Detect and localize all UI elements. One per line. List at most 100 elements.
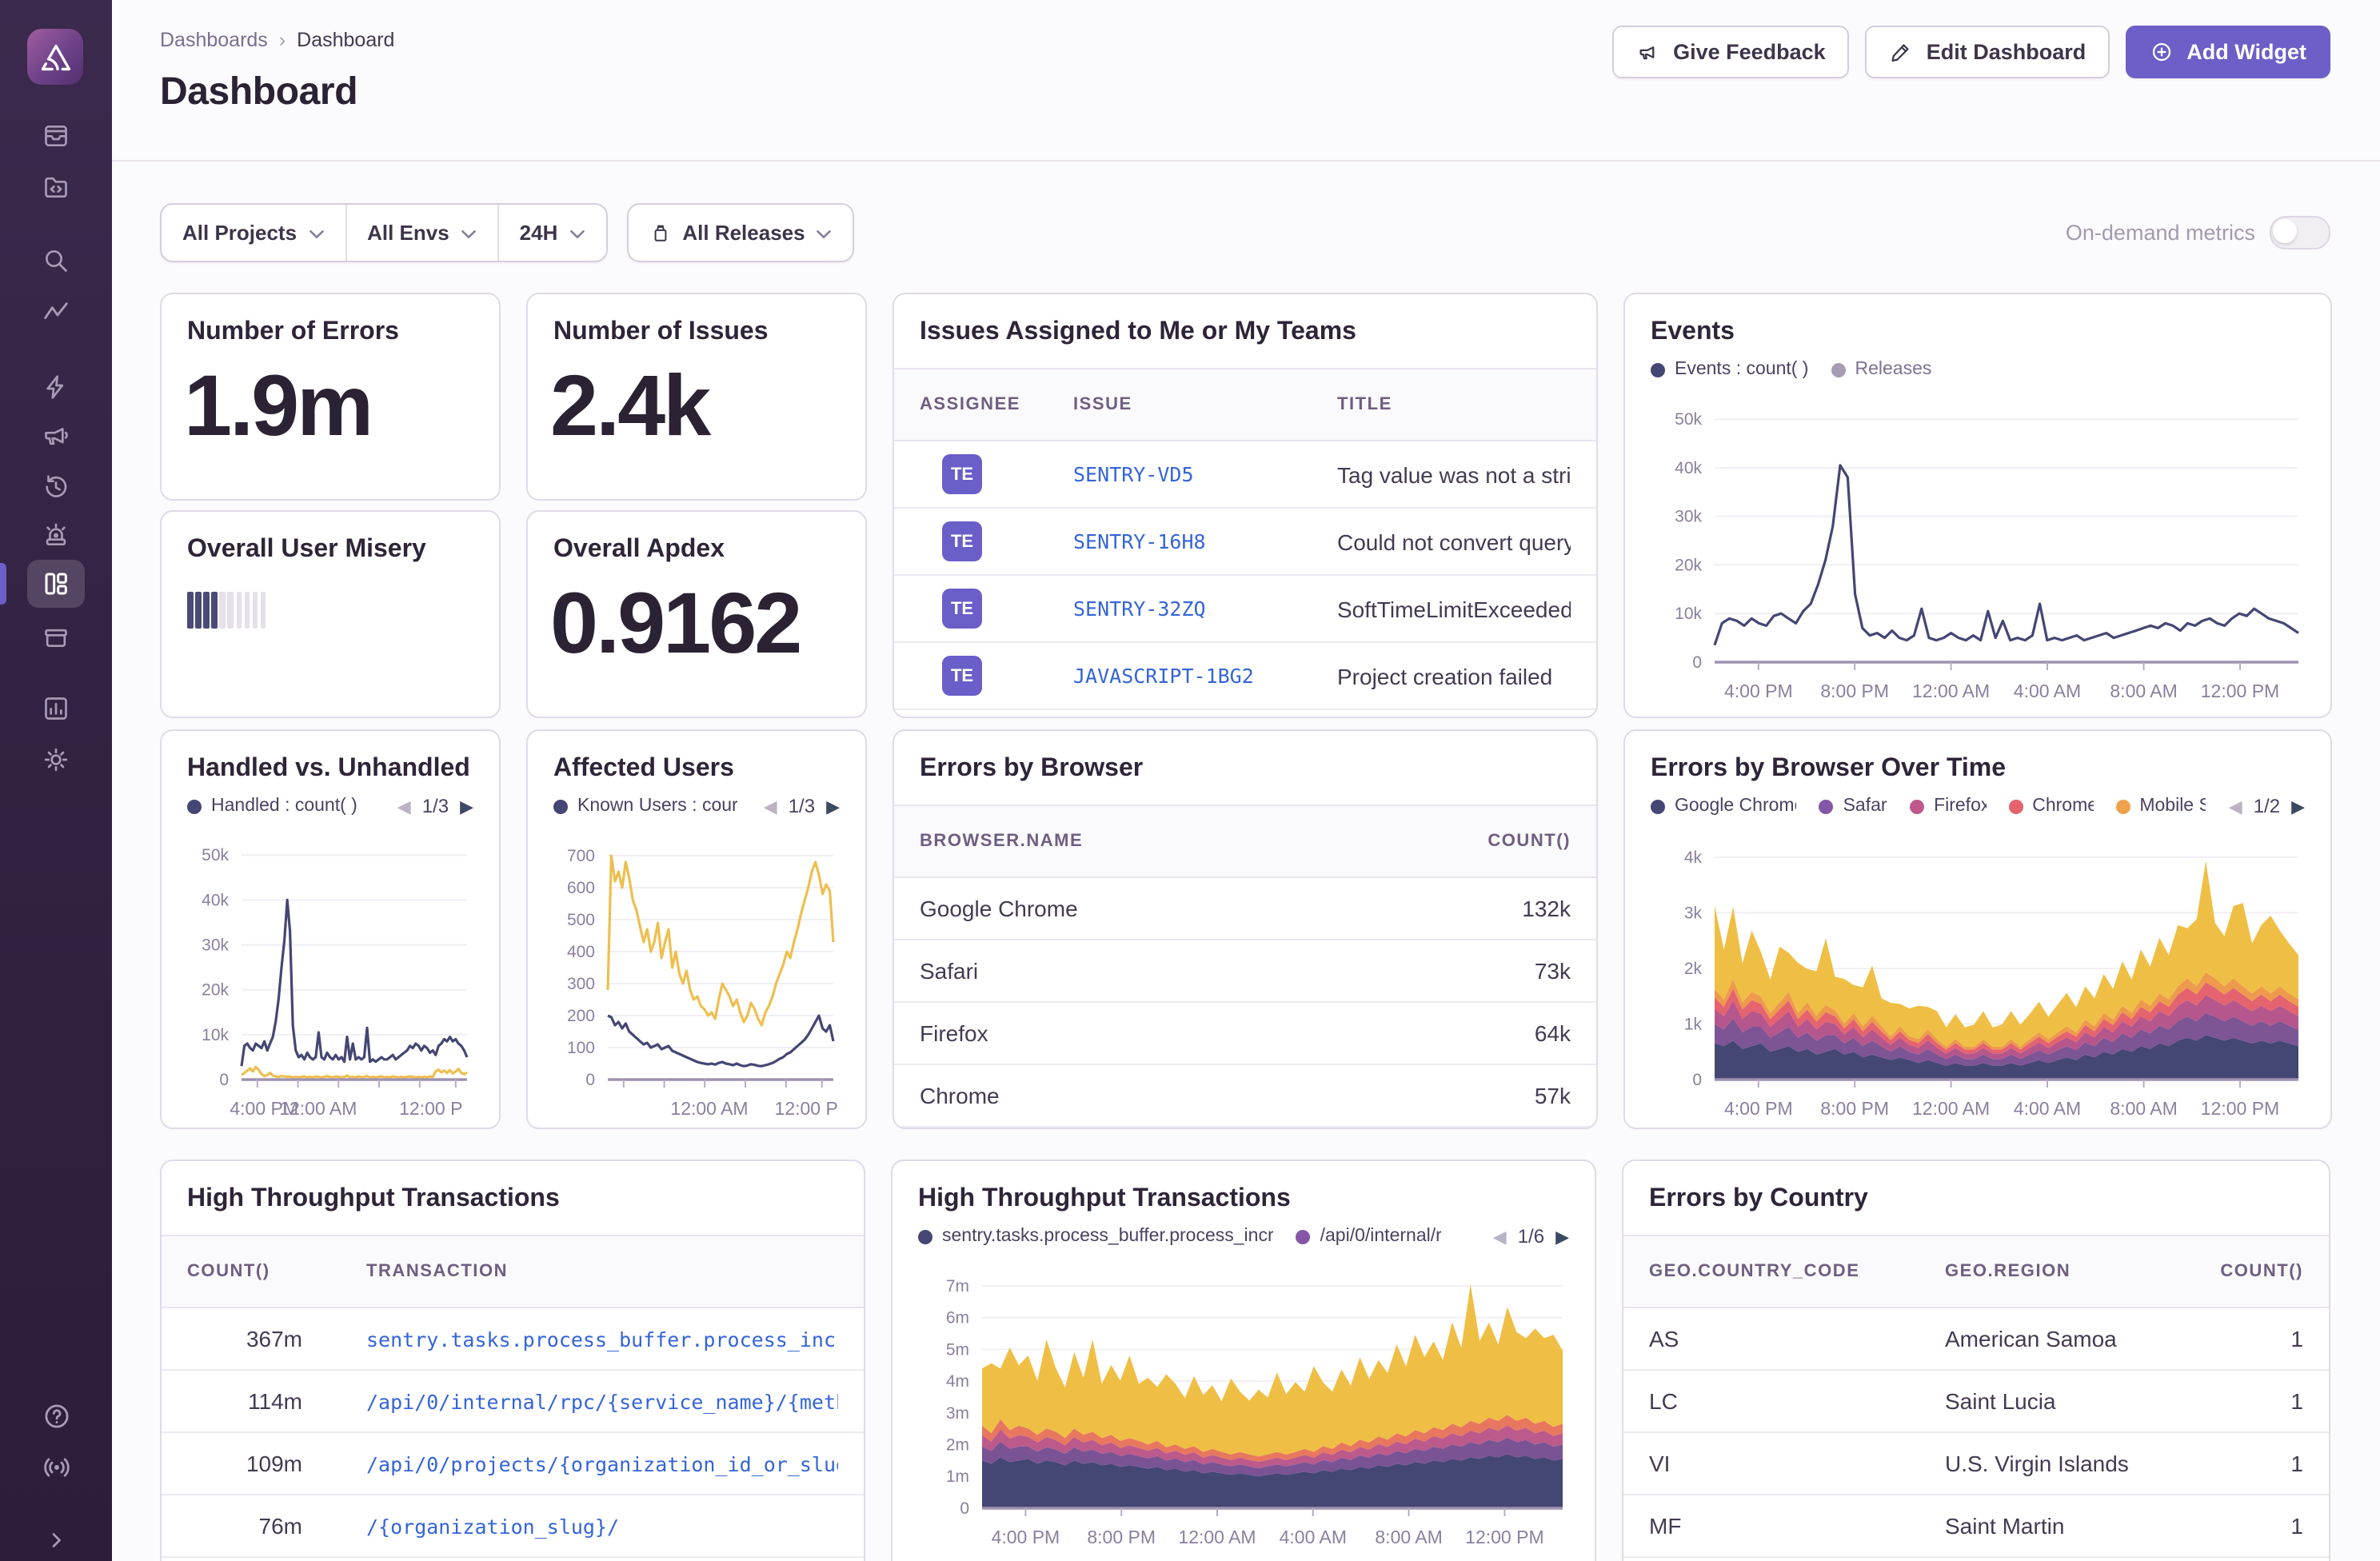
environment-filter[interactable]: All Envs (345, 205, 497, 261)
widget-events[interactable]: Events Events : count( ) Releases 0 10k 20k… (1623, 293, 2332, 718)
issue-link[interactable]: JAVASCRIPT-1BG2 (1073, 664, 1337, 688)
sidebar-item-lightning[interactable] (27, 363, 85, 411)
breadcrumb-dashboards-link[interactable]: Dashboards (160, 29, 268, 51)
add-widget-button[interactable]: Add Widget (2126, 26, 2330, 78)
assignee-avatar[interactable]: TE (942, 656, 982, 696)
table-row[interactable]: Chrome 57k (894, 1065, 1596, 1128)
transaction-link[interactable]: sentry.tasks.process_buffer.process_incr (366, 1327, 838, 1351)
country-count: 1 (2290, 1326, 2303, 1351)
legend-item[interactable]: Google Chrome (1651, 796, 1797, 816)
sidebar-item-search[interactable] (27, 237, 85, 285)
widget-overall-apdex[interactable]: Overall Apdex 0.9162 (526, 510, 867, 718)
legend-item[interactable]: /api/0/internal/r (1296, 1227, 1442, 1246)
table-row[interactable]: 114m/api/0/internal/rpc/{service_name}/{… (162, 1371, 864, 1433)
sidebar-item-issues[interactable] (27, 112, 85, 160)
sidebar-item-dashboards[interactable] (27, 560, 85, 608)
widget-high-throughput-table[interactable]: High Throughput Transactions COUNT() TRA… (160, 1160, 865, 1561)
transaction-link[interactable]: /api/0/projects/{organization_id_or_slug… (366, 1451, 838, 1475)
table-row[interactable]: TE SENTRY-16H8 Could not convert query (894, 509, 1596, 576)
legend-item[interactable]: Events : count( ) (1651, 360, 1808, 379)
widget-issues-assigned[interactable]: Issues Assigned to Me or My Teams ASSIGN… (892, 293, 1598, 718)
svg-text:2m: 2m (946, 1436, 969, 1455)
sidebar-collapse-button[interactable] (27, 1516, 85, 1561)
table-row[interactable]: 109m/api/0/projects/{organization_id_or_… (162, 1433, 864, 1495)
legend-item[interactable]: sentry.tasks.process_buffer.process_incr (918, 1227, 1274, 1246)
widget-handled-vs-unhandled[interactable]: Handled vs. Unhandled Handled : count( )… (160, 729, 501, 1129)
release-filter[interactable]: All Releases (626, 203, 855, 262)
sidebar-item-projects[interactable] (27, 163, 85, 211)
prev-page-icon[interactable]: ◀ (1493, 1226, 1507, 1247)
legend-item[interactable]: Mobile S (2115, 796, 2206, 816)
give-feedback-button[interactable]: Give Feedback (1612, 26, 1850, 78)
table-row[interactable]: MF Saint Martin 1 (1623, 1495, 2329, 1558)
table-row[interactable]: TE JAVASCRIPT-1BG2 Project creation failed (894, 643, 1596, 710)
widget-number-of-errors[interactable]: Number of Errors 1.9m (160, 293, 501, 501)
transaction-link[interactable]: /{organization_slug}/ (366, 1514, 838, 1538)
sidebar-item-settings[interactable] (27, 736, 85, 784)
widget-overall-user-misery[interactable]: Overall User Misery (160, 510, 501, 718)
table-row[interactable]: VI U.S. Virgin Islands 1 (1623, 1433, 2329, 1495)
sidebar-item-help[interactable] (27, 1391, 85, 1439)
issue-link[interactable]: SENTRY-32ZQ (1073, 597, 1337, 621)
legend-item[interactable]: Known Users : cour (553, 796, 738, 816)
table-row[interactable]: TE SENTRY-32ZQ SoftTimeLimitExceeded (894, 576, 1596, 643)
dashboards-icon (45, 573, 67, 595)
affected-users-chart[interactable]: 0 100 200 300 400 500 600 700 12:00 AM 12:00 P (553, 833, 843, 1129)
throughput-chart[interactable]: 0 1m 2m 3m 4m 5m 6m 7m 4:00 PM 8:00 PM 12:00 AM 4:0… (918, 1264, 1572, 1559)
legend-item[interactable]: Releases (1831, 360, 1931, 379)
sidebar-item-performance[interactable] (27, 288, 85, 336)
issue-link[interactable]: SENTRY-VD5 (1073, 462, 1337, 486)
project-filter[interactable]: All Projects (162, 205, 345, 261)
page-indicator: 1/3 (788, 795, 816, 817)
widget-affected-users[interactable]: Affected Users Known Users : cour ◀ 1/3 ▶ 0… (526, 729, 867, 1129)
svg-text:20k: 20k (1675, 556, 1702, 574)
edit-dashboard-button[interactable]: Edit Dashboard (1865, 26, 2110, 78)
table-row[interactable]: TE SENTRY-VD5 Tag value was not a string (894, 441, 1596, 509)
assignee-avatar[interactable]: TE (942, 454, 982, 494)
next-page-icon[interactable]: ▶ (826, 796, 840, 816)
widget-high-throughput-chart[interactable]: High Throughput Transactions sentry.task… (891, 1160, 1596, 1561)
browser-over-time-chart[interactable]: 0 1k 2k 3k 4k 4:00 PM 8:00 PM 12:00 AM 4:00 AM 8:… (1651, 833, 2308, 1129)
sidebar-item-feedback[interactable] (27, 411, 85, 459)
prev-page-icon[interactable]: ◀ (2229, 796, 2242, 816)
transaction-link[interactable]: /api/0/internal/rpc/{service_name}/{meth… (366, 1389, 838, 1413)
legend-item[interactable]: Handled : count( ) (187, 796, 357, 816)
next-page-icon[interactable]: ▶ (1555, 1226, 1569, 1247)
assignee-avatar[interactable]: TE (942, 589, 982, 629)
events-chart[interactable]: 0 10k 20k 30k 40k 50k 4:00 PM 8:00 PM 12:00 AM 4:… (1651, 397, 2308, 713)
sidebar-item-stats[interactable] (27, 685, 85, 733)
sidebar-item-alerts[interactable] (27, 512, 85, 560)
next-page-icon[interactable]: ▶ (460, 796, 473, 816)
table-row[interactable]: LC Saint Lucia 1 (1623, 1371, 2329, 1433)
assignee-avatar[interactable]: TE (942, 521, 982, 561)
legend-item[interactable]: Chrome (2008, 796, 2093, 816)
sidebar-item-releases[interactable] (27, 613, 85, 661)
svg-text:12:00 AM: 12:00 AM (1912, 1098, 1990, 1119)
date-range-filter[interactable]: 24H (497, 205, 606, 261)
widget-title: High Throughput Transactions (187, 1185, 560, 1212)
legend-item[interactable]: Safari (1819, 796, 1887, 816)
next-page-icon[interactable]: ▶ (2291, 796, 2305, 816)
table-row[interactable]: Google Chrome 132k (894, 878, 1596, 940)
table-row[interactable]: Firefox 64k (894, 1003, 1596, 1065)
sidebar-item-replays[interactable] (27, 462, 85, 510)
widget-errors-by-browser[interactable]: Errors by Browser BROWSER.NAME COUNT() G… (892, 729, 1598, 1129)
issue-link[interactable]: SENTRY-16H8 (1073, 529, 1337, 553)
handled-chart[interactable]: 010k20k30k40k50k4:00 PM12:00 AM 12:00 P (187, 833, 477, 1129)
legend-item[interactable]: Firefox (1910, 796, 1986, 816)
widget-number-of-issues[interactable]: Number of Issues 2.4k (526, 293, 867, 501)
widget-title: Number of Issues (553, 318, 769, 345)
table-row[interactable]: AS American Samoa 1 (1623, 1308, 2329, 1371)
table-row[interactable]: 367m sentry.tasks.process_buffer.process_… (162, 1308, 864, 1371)
ondemand-metrics-toggle[interactable] (2270, 216, 2330, 250)
widget-errors-by-country[interactable]: Errors by Country GEO.COUNTRY_CODE GEO.R… (1622, 1160, 2330, 1561)
chevron-right-icon (52, 1533, 61, 1547)
sidebar-item-broadcast[interactable] (27, 1443, 85, 1491)
table-row[interactable]: 76m /{organization_slug}/ (162, 1495, 864, 1558)
table-row[interactable]: Mobile Safari33k (894, 1128, 1596, 1129)
table-row[interactable]: Safari 73k (894, 940, 1596, 1003)
prev-page-icon[interactable]: ◀ (764, 796, 777, 816)
widget-errors-by-browser-over-time[interactable]: Errors by Browser Over Time Google Chrom… (1623, 729, 2332, 1129)
sentry-logo[interactable] (27, 29, 83, 85)
prev-page-icon[interactable]: ◀ (397, 796, 411, 816)
